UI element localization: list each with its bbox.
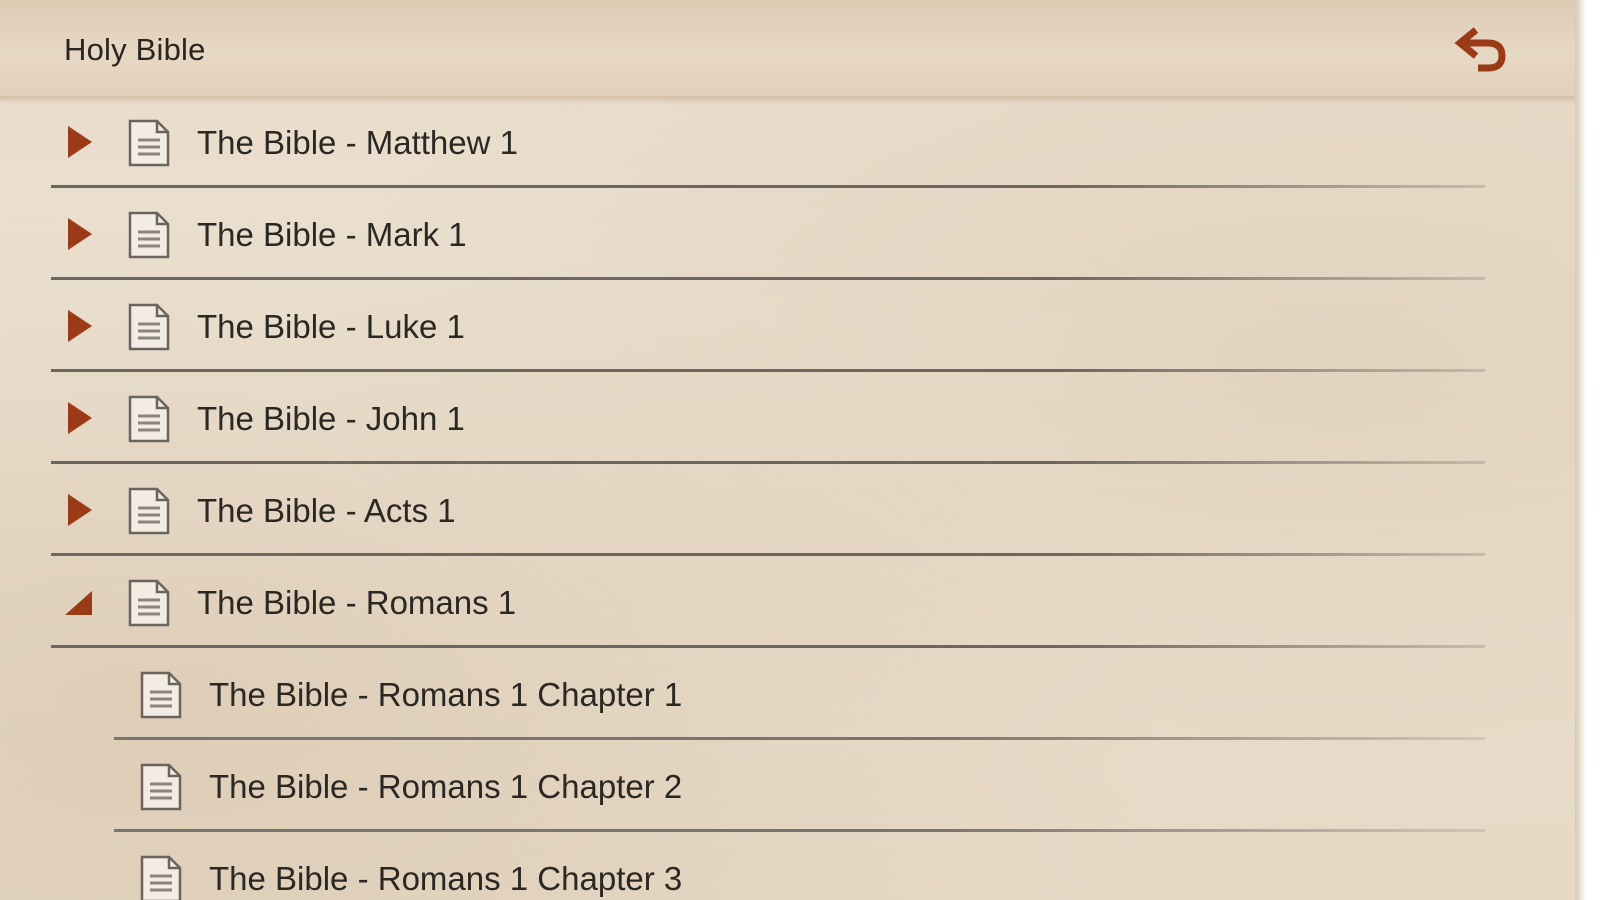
list-item-label: The Bible - Romans 1	[197, 584, 517, 621]
document-icon	[140, 763, 182, 811]
chapter-item-label: The Bible - Romans 1 Chapter 2	[209, 768, 683, 805]
list-item-label: The Bible - Mark 1	[197, 216, 467, 253]
document-icon	[128, 487, 170, 535]
book-list: The Bible - Matthew 1 The Bible - Mark 1	[0, 96, 1575, 900]
list-item[interactable]: The Bible - Matthew 1	[0, 96, 1575, 188]
undo-arrow-icon	[1454, 27, 1506, 72]
document-icon	[140, 855, 182, 900]
list-item-label: The Bible - Acts 1	[197, 492, 456, 529]
app-header: Holy Bible	[0, 0, 1575, 99]
expand-arrow-icon[interactable]	[62, 491, 96, 529]
chapter-item[interactable]: The Bible - Romans 1 Chapter 3	[0, 832, 1575, 900]
list-item-label: The Bible - John 1	[197, 400, 465, 437]
expand-arrow-icon[interactable]	[62, 123, 96, 161]
expand-arrow-icon[interactable]	[62, 399, 96, 437]
chapter-item[interactable]: The Bible - Romans 1 Chapter 2	[0, 740, 1575, 832]
back-button[interactable]	[1450, 20, 1514, 78]
document-icon	[128, 579, 170, 627]
document-icon	[128, 119, 170, 167]
list-item[interactable]: The Bible - John 1	[0, 372, 1575, 464]
expand-arrow-icon[interactable]	[62, 215, 96, 253]
collapse-arrow-icon[interactable]	[62, 583, 96, 621]
window-edge	[1575, 0, 1600, 900]
list-item[interactable]: The Bible - Luke 1	[0, 280, 1575, 372]
document-icon	[140, 671, 182, 719]
document-icon	[128, 395, 170, 443]
list-item-label: The Bible - Luke 1	[197, 308, 465, 345]
chapter-item-label: The Bible - Romans 1 Chapter 3	[209, 860, 683, 897]
list-item[interactable]: The Bible - Mark 1	[0, 188, 1575, 280]
list-item[interactable]: The Bible - Acts 1	[0, 464, 1575, 556]
chapter-item[interactable]: The Bible - Romans 1 Chapter 1	[0, 648, 1575, 740]
page-title: Holy Bible	[64, 32, 206, 67]
document-icon	[128, 211, 170, 259]
chapter-item-label: The Bible - Romans 1 Chapter 1	[209, 676, 683, 713]
list-item-expanded[interactable]: The Bible - Romans 1	[0, 556, 1575, 648]
document-icon	[128, 303, 170, 351]
list-item-label: The Bible - Matthew 1	[197, 124, 518, 161]
bible-panel: Holy Bible The Bible - Matthew 1 The Bib…	[0, 0, 1575, 900]
expand-arrow-icon[interactable]	[62, 307, 96, 345]
